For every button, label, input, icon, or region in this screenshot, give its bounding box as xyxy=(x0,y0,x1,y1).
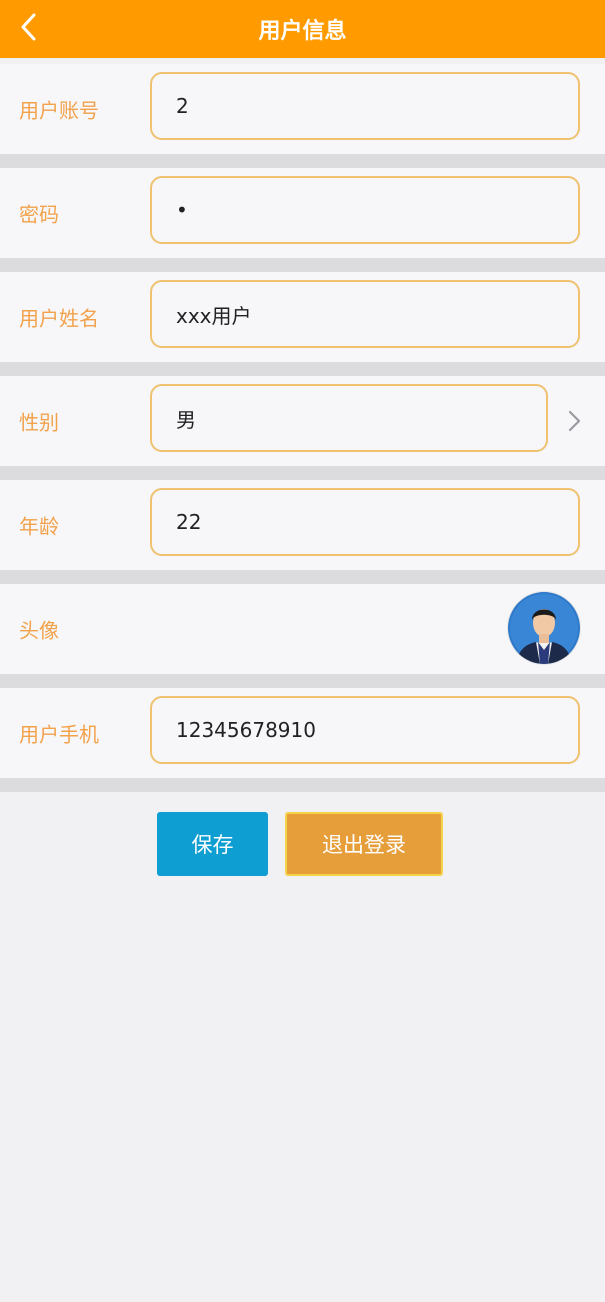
gender-select-chevron[interactable] xyxy=(565,409,583,433)
avatar-label: 头像 xyxy=(19,618,59,643)
avatar-photo xyxy=(508,592,580,664)
logout-button[interactable]: 退出登录 xyxy=(285,812,443,876)
row-avatar: 头像 xyxy=(0,584,605,688)
password-input[interactable]: • xyxy=(150,176,580,244)
row-account: 用户账号 2 xyxy=(0,64,605,168)
phone-label: 用户手机 xyxy=(19,722,99,747)
chevron-left-icon xyxy=(21,13,36,41)
account-label: 用户账号 xyxy=(19,98,99,123)
row-phone: 用户手机 12345678910 xyxy=(0,688,605,792)
user-info-form: 用户账号 2 密码 • 用户姓名 xxx用户 性别 男 年龄 22 头像 用户手… xyxy=(0,64,605,792)
row-gender: 性别 男 xyxy=(0,376,605,480)
name-input[interactable]: xxx用户 xyxy=(150,280,580,348)
save-button[interactable]: 保存 xyxy=(157,812,268,876)
age-input[interactable]: 22 xyxy=(150,488,580,556)
row-name: 用户姓名 xxx用户 xyxy=(0,272,605,376)
row-password: 密码 • xyxy=(0,168,605,272)
avatar[interactable] xyxy=(508,592,580,664)
action-buttons: 保存 退出登录 xyxy=(0,812,605,876)
chevron-right-icon xyxy=(568,410,581,432)
gender-select[interactable]: 男 xyxy=(150,384,548,452)
account-input[interactable]: 2 xyxy=(150,72,580,140)
age-label: 年龄 xyxy=(19,514,59,539)
row-age: 年龄 22 xyxy=(0,480,605,584)
page-title: 用户信息 xyxy=(258,19,347,44)
password-label: 密码 xyxy=(19,202,59,227)
gender-label: 性别 xyxy=(19,410,59,435)
name-label: 用户姓名 xyxy=(19,306,99,331)
phone-input[interactable]: 12345678910 xyxy=(150,696,580,764)
top-bar: 用户信息 xyxy=(0,0,605,58)
back-button[interactable] xyxy=(14,12,44,42)
